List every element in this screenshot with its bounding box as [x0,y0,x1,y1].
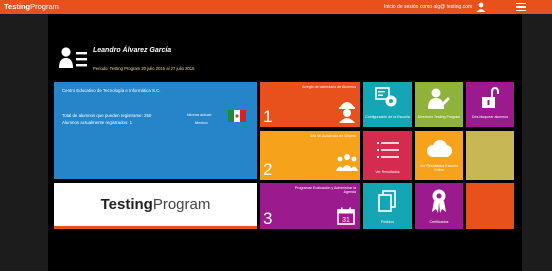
top-bar: TestingProgram Inicio de sesión como alg… [0,0,552,14]
tile-label: Pedidos [381,220,394,224]
tile-empty [466,183,514,229]
tile-label: Des-bloquear alumnos [471,115,509,119]
tile-label: Ver Resultados Escuela Online [419,164,459,173]
calendar-icon: 31 [337,207,355,225]
tile-label: Configuración de la Escuela [365,115,410,119]
session-info: Inicio de sesión como alg@ testing.com [384,4,473,10]
page: TestingProgram Inicio de sesión como alg… [0,0,552,271]
list-icon [377,142,399,158]
period-info: Periodo: Testing Program 20 julio 2015 a… [93,66,195,71]
tile-certificates[interactable]: Certificados [415,183,463,229]
user-icon[interactable] [476,2,486,12]
tile-label: Programar Evaluación y Administrar la Ag… [294,186,356,195]
tile-label: Arreglo de calendario de Alumnos [302,85,356,89]
tile-label: Ver Resultados [375,170,400,174]
tile-label: Alta de Asistencia de Grupos [309,134,356,138]
user-edit-icon [428,88,450,109]
tile-online-results[interactable]: Ver Resultados Escuela Online [415,131,463,180]
cloud-icon [427,140,452,157]
tile-label: Certificados [429,220,449,224]
language-value: Mexico [195,120,208,125]
tile-number: 2 [263,160,273,179]
language-label: Idioma actual: [187,112,212,117]
tile-orders[interactable]: Pedidos [363,183,412,229]
hamburger-menu-icon[interactable] [516,3,526,12]
tile-label: Directorio Testing Program [417,115,461,119]
unlock-icon [482,87,499,108]
tile-directory[interactable]: Directorio Testing Program [415,82,463,127]
school-name: Centro Educativo de Tecnología e Informá… [62,88,161,93]
brand-bold-text: Testing [4,2,31,11]
tile-view-results[interactable]: Ver Resultados [363,131,412,180]
tile-student-schedule[interactable]: Arreglo de calendario de Alumnos 1 [260,82,360,127]
tile-empty [466,131,514,180]
settings-icon [375,87,397,107]
brand-light-text: Program [30,2,59,11]
school-info-panel: Centro Educativo de Tecnología e Informá… [54,82,257,179]
mexico-flag-icon[interactable] [228,110,246,122]
tile-number: 1 [263,107,273,126]
svg-text:31: 31 [342,217,350,224]
testing-program-logo: TestingProgram [54,183,257,229]
registered-students-text: Alumnos actualmente registrados: 1 [62,120,133,125]
logo-light-text: Program [152,196,211,213]
user-name: Leandro Álvarez García [93,47,172,54]
tile-schedule-evaluation[interactable]: Programar Evaluación y Administrar la Ag… [260,183,360,229]
tile-school-config[interactable]: Configuración de la Escuela [363,82,412,127]
award-icon [432,189,446,213]
user-profile-icon [59,47,87,68]
student-icon [339,102,355,123]
group-icon [336,154,358,171]
total-students-text: Total de alumnos que pueden registrarse:… [62,113,152,118]
tile-number: 3 [263,209,273,228]
tile-group-attendance[interactable]: Alta de Asistencia de Grupos 2 [260,131,360,180]
tile-unlock-students[interactable]: Des-bloquear alumnos [466,82,514,127]
app-brand[interactable]: TestingProgram [4,2,59,12]
documents-icon [378,190,396,212]
logo-bold-text: Testing [100,196,153,213]
